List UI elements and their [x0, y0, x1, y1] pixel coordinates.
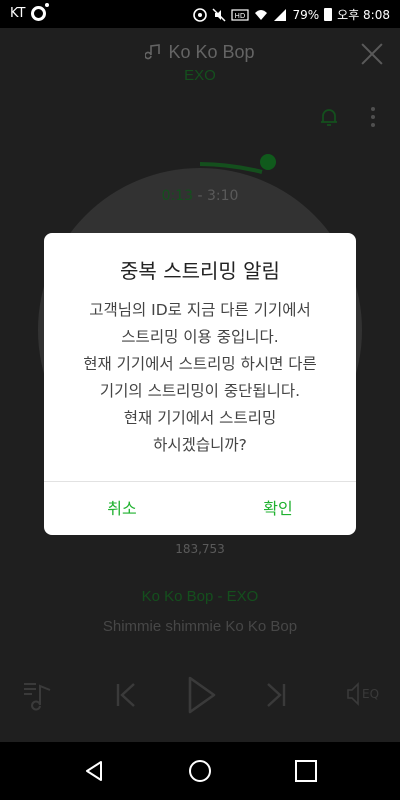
- dialog-message-line: 기기의 스트리밍이 중단됩니다.: [99, 382, 301, 400]
- sync-icon: [193, 7, 208, 22]
- wifi-icon: [255, 9, 268, 20]
- dialog-title: 중복 스트리밍 알림: [120, 259, 280, 283]
- o-ring-icon: [31, 3, 50, 21]
- cancel-button[interactable]: 취소: [44, 482, 200, 535]
- clock: 오후 8:08: [337, 8, 390, 22]
- status-bar: KT HD 79% 오후 8:08: [0, 0, 400, 28]
- system-nav-bar: [0, 742, 400, 800]
- duplicate-streaming-dialog: 중복 스트리밍 알림 고객님의 ID로 지금 다른 기기에서 스트리밍 이용 중…: [44, 233, 356, 535]
- confirm-button[interactable]: 확인: [200, 482, 356, 535]
- dialog-message-line: 현재 기기에서 스트리밍: [123, 409, 277, 427]
- home-icon[interactable]: [188, 759, 212, 783]
- dialog-message-line: 현재 기기에서 스트리밍 하시면 다른: [83, 355, 317, 373]
- dialog-message: 고객님의 ID로 지금 다른 기기에서 스트리밍 이용 중입니다. 현재 기기에…: [54, 297, 346, 459]
- mute-icon: [212, 7, 227, 22]
- svg-text:HD: HD: [235, 12, 246, 20]
- carrier-label: KT: [10, 6, 26, 21]
- dialog-message-line: 하시겠습니까?: [153, 436, 247, 454]
- battery-icon: [324, 8, 333, 21]
- hd-icon: HD: [231, 8, 250, 21]
- recent-apps-icon[interactable]: [294, 759, 318, 783]
- back-icon[interactable]: [83, 759, 107, 783]
- dialog-message-line: 스트리밍 이용 중입니다.: [121, 328, 279, 346]
- signal-icon: [274, 8, 287, 21]
- dialog-message-line: 고객님의 ID로 지금 다른 기기에서: [89, 301, 311, 319]
- battery-percent: 79%: [292, 7, 320, 22]
